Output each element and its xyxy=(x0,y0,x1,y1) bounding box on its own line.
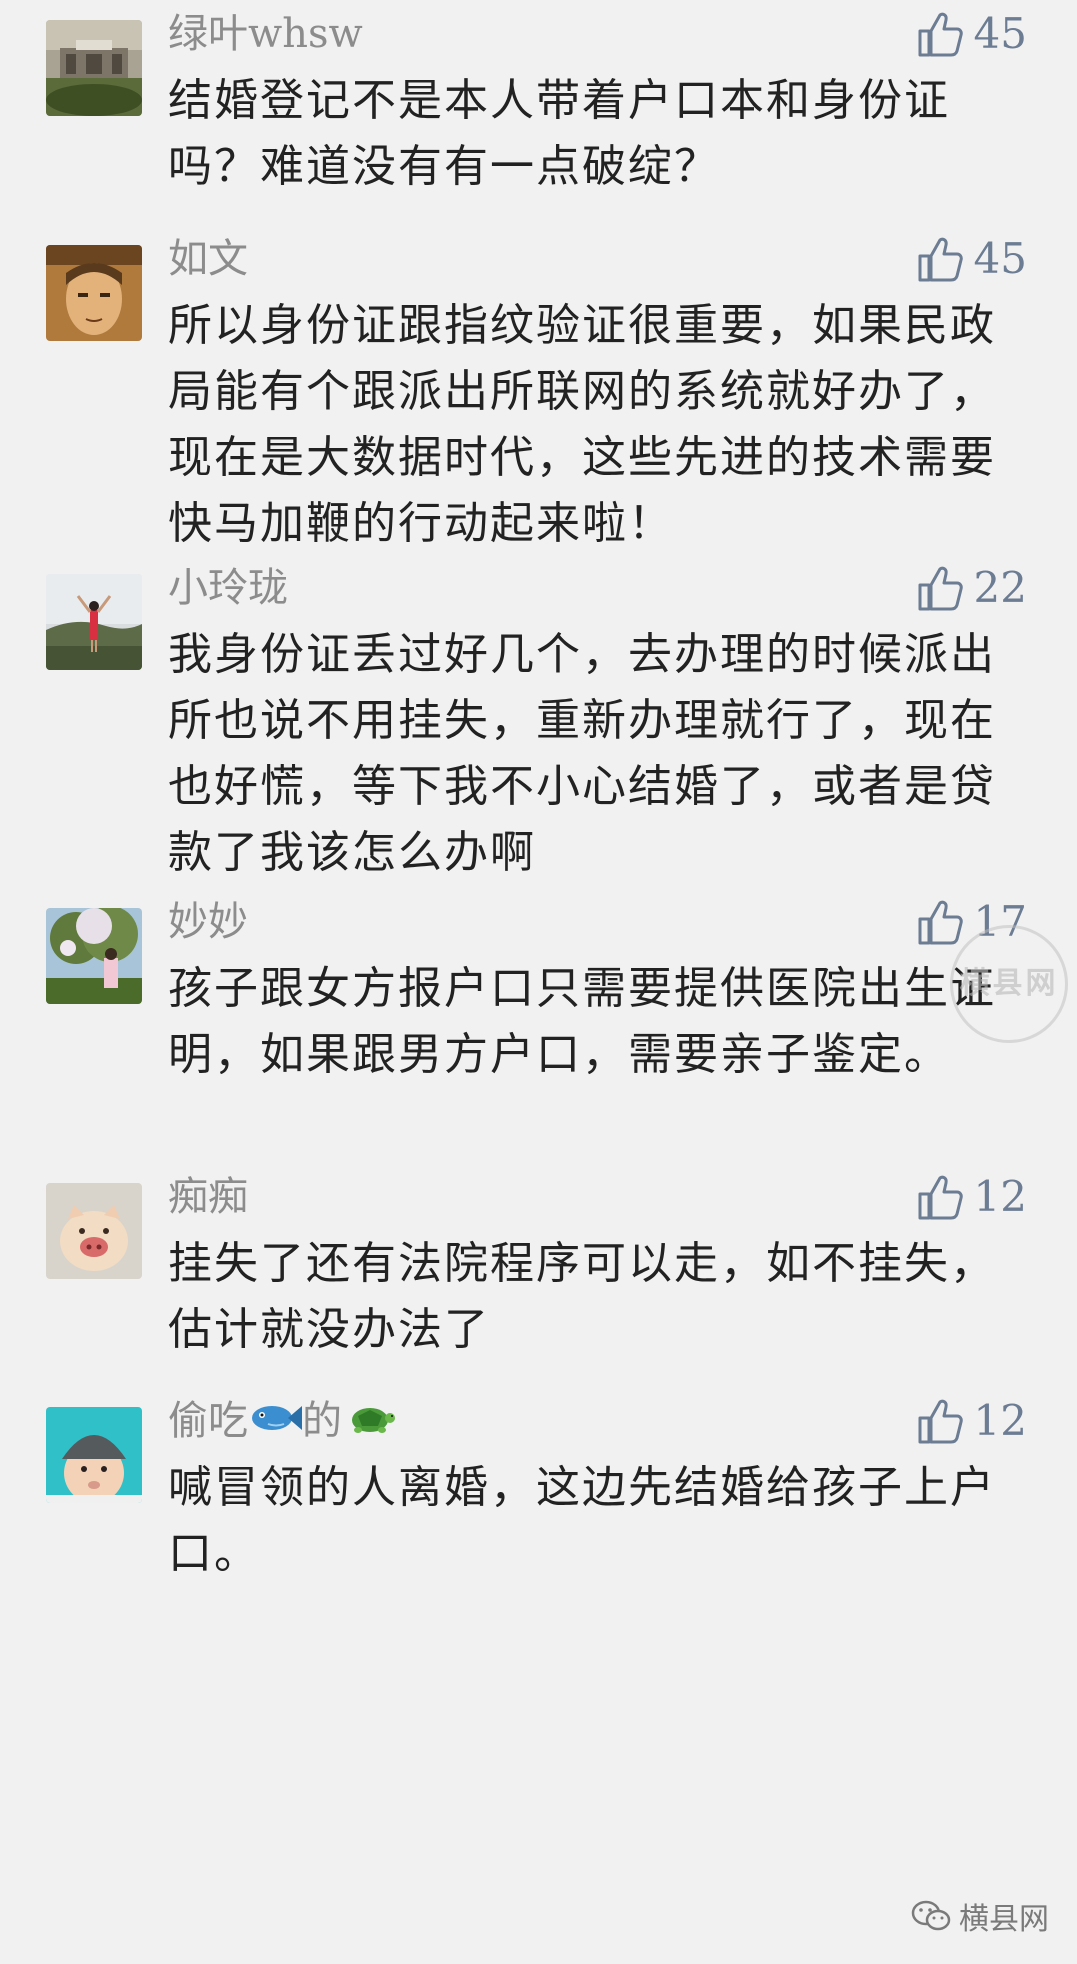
wechat-icon xyxy=(911,1900,951,1931)
avatar[interactable] xyxy=(46,245,142,341)
baby-hat-avatar-icon xyxy=(46,1407,142,1503)
nickname[interactable]: 妙妙 xyxy=(168,896,248,948)
like-button[interactable]: 12 xyxy=(916,1171,1027,1223)
watermark-stamp: 横县网 xyxy=(950,925,1068,1043)
like-button[interactable]: 12 xyxy=(916,1395,1027,1447)
comment-text: 挂失了还有法院程序可以走，如不挂失，估计就没办法了 xyxy=(168,1238,996,1355)
source-label: 横县网 xyxy=(959,1902,1049,1937)
nickname[interactable]: 小玲珑 xyxy=(168,562,288,614)
comment-text: 喊冒领的人离婚，这边先结婚给孩子上户口。 xyxy=(168,1462,996,1579)
nickname[interactable]: 绿叶whsw xyxy=(168,8,363,60)
turtle-emoji-icon xyxy=(344,1398,396,1451)
avatar[interactable] xyxy=(46,908,142,1004)
comment-text: 结婚登记不是本人带着户口本和身份证吗？难道没有有一点破绽？ xyxy=(168,75,950,192)
avatar[interactable] xyxy=(46,574,142,670)
thumbs-up-icon xyxy=(918,900,963,945)
like-button[interactable]: 45 xyxy=(916,8,1027,60)
like-count: 45 xyxy=(973,9,1027,58)
thumbs-up-icon xyxy=(918,566,963,611)
like-count: 12 xyxy=(973,1396,1027,1445)
pig-bun-avatar-icon xyxy=(46,1183,142,1279)
like-button[interactable]: 45 xyxy=(916,233,1027,285)
avatar[interactable] xyxy=(46,1407,142,1503)
thumbs-up-icon xyxy=(918,237,963,282)
woman-hills-avatar-icon xyxy=(46,574,142,670)
watermark-text: 横县网 xyxy=(959,966,1059,1001)
building-photo-avatar-icon xyxy=(46,20,142,116)
avatar[interactable] xyxy=(46,1183,142,1279)
thumbs-up-icon xyxy=(918,1399,963,1444)
thumbs-up-icon xyxy=(918,12,963,57)
comment-text: 我身份证丢过好几个，去办理的时候派出所也说不用挂失，重新办理就行了，现在也好慌，… xyxy=(168,629,996,878)
nickname[interactable]: 痴痴 xyxy=(168,1171,248,1223)
nickname[interactable]: 如文 xyxy=(168,233,248,285)
like-count: 22 xyxy=(973,563,1027,612)
like-count: 45 xyxy=(973,234,1027,283)
thumbs-up-icon xyxy=(918,1175,963,1220)
like-button[interactable]: 22 xyxy=(916,562,1027,614)
avatar[interactable] xyxy=(46,20,142,116)
nickname-middle: 的 xyxy=(302,1398,342,1444)
like-count: 12 xyxy=(973,1172,1027,1221)
nickname-prefix: 偷吃 xyxy=(168,1398,248,1444)
nickname[interactable]: 偷吃 的 xyxy=(168,1395,396,1451)
source-badge: 横县网 xyxy=(911,1894,1049,1938)
anime-face-avatar-icon xyxy=(46,245,142,341)
tree-girl-avatar-icon xyxy=(46,908,142,1004)
comment-text: 所以身份证跟指纹验证很重要，如果民政局能有个跟派出所联网的系统就好办了，现在是大… xyxy=(168,300,996,549)
fish-emoji-icon xyxy=(250,1398,302,1451)
comment-text: 孩子跟女方报户口只需要提供医院出生证明，如果跟男方户口，需要亲子鉴定。 xyxy=(168,963,996,1080)
